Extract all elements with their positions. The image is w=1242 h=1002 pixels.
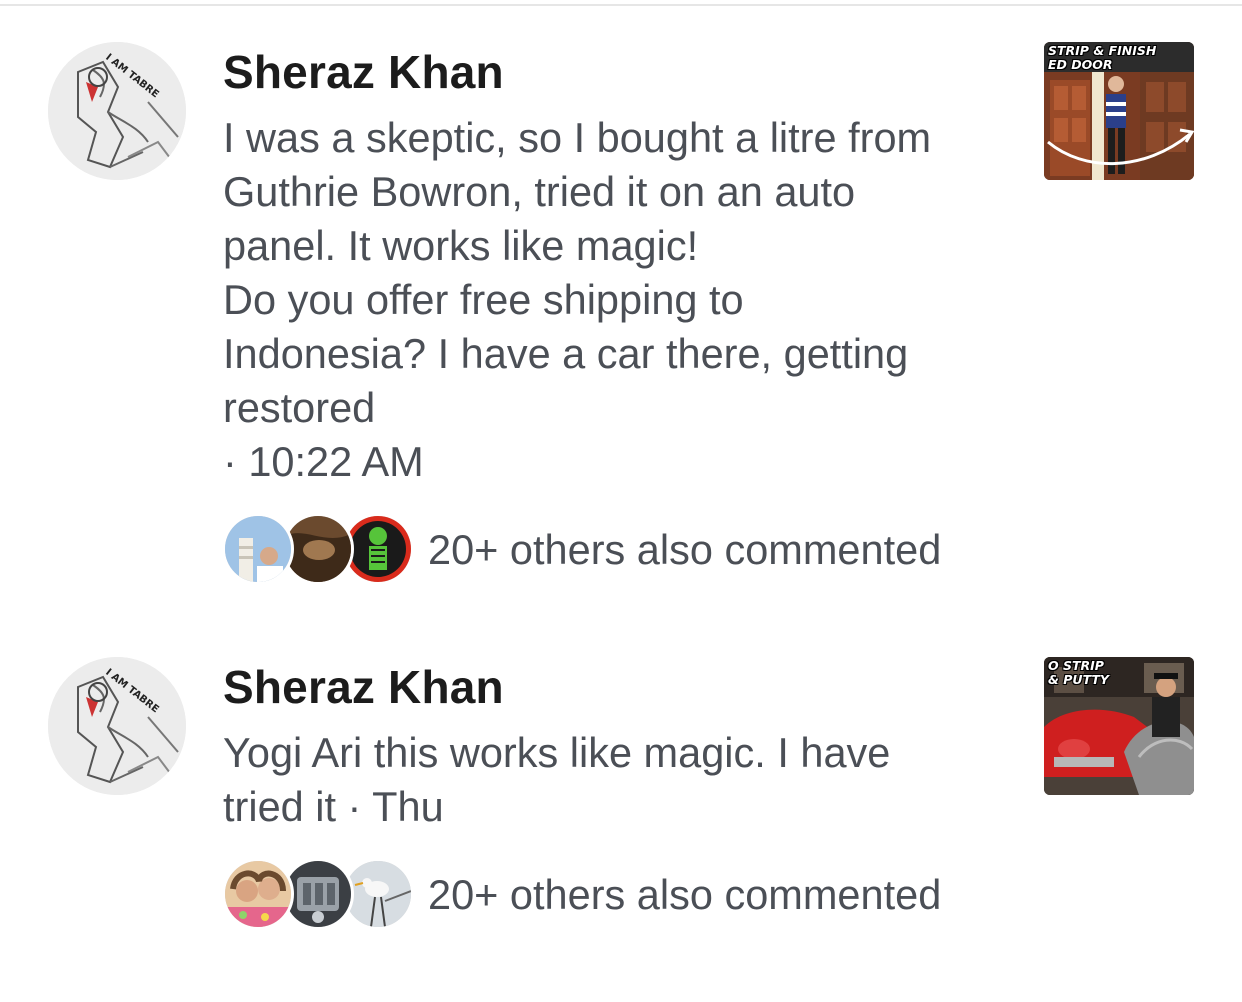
- commenter-avatar: [222, 513, 294, 585]
- sketch-avatar-icon: I AM TABRE: [48, 657, 186, 795]
- post-thumbnail[interactable]: STRIP & FINISH ED DOOR: [1044, 42, 1194, 180]
- comment-text-line: Indonesia? I have a car there, getting: [223, 327, 1023, 381]
- comment-timestamp[interactable]: · 10:22 AM: [223, 435, 1023, 489]
- thumbnail-caption: STRIP & FINISH ED DOOR: [1048, 44, 1156, 72]
- comment-text-line: panel. It works like magic!: [223, 219, 1023, 273]
- commenter-faces[interactable]: [222, 858, 418, 930]
- thumbnail-caption: O STRIP & PUTTY: [1048, 659, 1109, 687]
- sketch-avatar-icon: I AM TABRE: [48, 42, 186, 180]
- comment-text-line: Do you offer free shipping to: [223, 273, 1023, 327]
- comment-text-line: I was a skeptic, so I bought a litre fro…: [223, 111, 1023, 165]
- comment-text: Yogi Ari this works like magic. I have t…: [223, 726, 1023, 834]
- others-commented-link[interactable]: 20+ others also commented: [428, 526, 941, 574]
- author-avatar[interactable]: I AM TABRE: [48, 657, 186, 795]
- comment-author-name[interactable]: Sheraz Khan: [223, 660, 504, 714]
- comment-text-line: Yogi Ari this works like magic. I have: [223, 726, 1023, 780]
- comment-text-line: restored: [223, 381, 1023, 435]
- others-commented-link[interactable]: 20+ others also commented: [428, 871, 941, 919]
- top-divider: [0, 4, 1242, 6]
- comment-text-line: Guthrie Bowron, tried it on an auto: [223, 165, 1023, 219]
- author-avatar[interactable]: I AM TABRE: [48, 42, 186, 180]
- comment-text-line: tried it · Thu: [223, 780, 1023, 834]
- comment-author-name[interactable]: Sheraz Khan: [223, 45, 504, 99]
- post-thumbnail[interactable]: O STRIP & PUTTY: [1044, 657, 1194, 795]
- commenter-avatar: [222, 858, 294, 930]
- comment-text: I was a skeptic, so I bought a litre fro…: [223, 111, 1023, 489]
- commenter-faces[interactable]: [222, 513, 418, 585]
